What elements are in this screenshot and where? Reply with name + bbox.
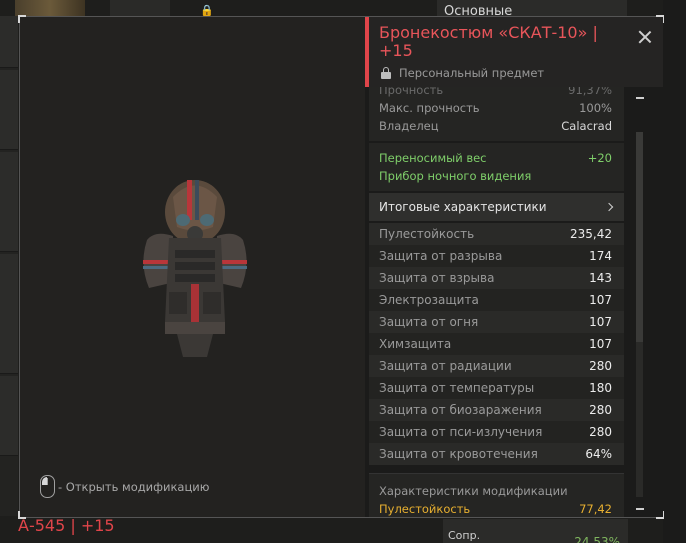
hint-text: - Открыть модификацию [58,479,210,494]
stat-value: 180 [589,381,612,395]
stat-value: 91,37% [568,87,612,97]
stat-label: Прибор ночного видения [379,169,532,183]
stat-row: Защита от радиации 280 [369,355,624,377]
background-lock-icon: 🔒 [200,4,214,17]
scrollbar-top-marker [636,97,644,99]
stat-row: Пулестойкость 235,42 [369,223,624,245]
stat-label: Прочность [379,87,444,97]
stat-label: Переносимый вес [379,151,487,165]
item-info-panel: Бронекостюм «СКАТ-10» | +15 Персональный… [365,17,663,517]
open-modification-hint: - Открыть модификацию [40,475,209,498]
inventory-cell[interactable] [0,70,18,150]
background-stat-row: Сопр. 24,53% [443,519,628,543]
stat-value: 174 [589,249,612,263]
scrollbar-bottom-marker [636,508,644,510]
stat-row-mod-bullet-resistance: Пулестойкость 77,42 [369,500,624,517]
summary-stats-list: Пулестойкость 235,42 Защита от разрыва 174… [369,223,624,465]
stat-row: Защита от взрыва 143 [369,267,624,289]
stats-scroll-area[interactable]: Прочность 91,37% Макс. прочность 100% Вл… [369,87,624,517]
background-item-thumbnail[interactable] [15,0,85,16]
stat-value: 143 [589,271,612,285]
stat-value: 280 [589,403,612,417]
stat-value: +20 [587,151,612,165]
stat-label: Химзащита [379,337,452,351]
stat-label: Защита от взрыва [379,271,495,285]
close-icon[interactable] [637,29,653,45]
stat-label: Защита от биозаражения [379,403,542,417]
stat-row-durability: Прочность 91,37% [369,87,624,99]
stat-label: Защита от температуры [379,381,535,395]
background-right-edge [663,0,686,543]
item-header: Бронекостюм «СКАТ-10» | +15 Персональный… [365,17,663,87]
mouse-icon [40,475,55,498]
stat-value: 235,42 [570,227,612,241]
stat-value: 280 [589,425,612,439]
stat-label: Владелец [379,119,439,133]
modification-stats-title: Характеристики модификации [379,484,568,498]
stat-label: Электрозащита [379,293,479,307]
chevron-right-icon [604,202,614,212]
inventory-cell[interactable] [0,152,18,252]
stat-value: 280 [589,359,612,373]
stat-value: 64% [585,447,612,461]
background-item-slot[interactable] [110,0,170,16]
stat-row: Защита от биозаражения 280 [369,399,624,421]
stat-row: Защита от пси-излучения 280 [369,421,624,443]
inventory-cell[interactable] [0,254,18,374]
stat-row: Защита от огня 107 [369,311,624,333]
stat-label: Пулестойкость [379,227,475,241]
inventory-cell[interactable] [0,376,18,456]
stat-row: Электрозащита 107 [369,289,624,311]
stat-value: 100% [579,101,612,115]
stat-value: 107 [589,293,612,307]
stat-row-owner: Владелец Calacrad [369,117,624,135]
stat-label: Защита от разрыва [379,249,503,263]
stat-label: Защита от пси-излучения [379,425,543,439]
stat-row: Химзащита 107 [369,333,624,355]
modification-stats-block: Характеристики модификации Пулестойкость… [369,473,624,517]
stat-label: Пулестойкость [379,502,471,516]
stat-label: Макс. прочность [379,101,480,115]
background-stat-value: 24,53% [574,535,620,543]
background-stat-label: Сопр. [448,529,481,542]
stat-row-night-vision: Прибор ночного видения [369,167,624,185]
background-left-inventory [0,16,18,516]
stat-row: Защита от температуры 180 [369,377,624,399]
owner-name: Calacrad [561,119,612,133]
stat-row: Защита от кровотечения 64% [369,443,624,465]
stat-value: 107 [589,337,612,351]
background-item-name[interactable]: А-545 | +15 [18,516,115,535]
item-details-modal: - Открыть модификацию Бронекостюм «СКАТ-… [18,15,664,519]
personal-item-badge: Персональный предмет [381,66,544,80]
inventory-cell[interactable] [0,16,18,68]
stat-row-max-durability: Макс. прочность 100% [369,99,624,117]
stat-label: Защита от огня [379,315,479,329]
stat-row-carry-weight: Переносимый вес +20 [369,149,624,167]
stats-scrollbar[interactable] [636,87,644,517]
stat-label: Защита от радиации [379,359,512,373]
scrollbar-track[interactable] [636,342,643,497]
stat-value: 107 [589,315,612,329]
summary-stats-label: Итоговые характеристики [379,200,547,214]
base-info-block: Прочность 91,37% Макс. прочность 100% Вл… [369,87,624,141]
summary-stats-header[interactable]: Итоговые характеристики [369,193,624,221]
personal-item-label: Персональный предмет [399,66,545,80]
lock-icon [381,67,391,79]
item-preview[interactable]: - Открыть модификацию [20,17,365,517]
stat-value: 77,42 [579,502,612,516]
item-title: Бронекостюм «СКАТ-10» | +15 [379,23,598,60]
armor-suit-image [143,180,247,357]
stat-label: Защита от кровотечения [379,447,538,461]
stat-row: Защита от разрыва 174 [369,245,624,267]
scrollbar-thumb[interactable] [636,132,643,342]
bonus-block: Переносимый вес +20 Прибор ночного виден… [369,143,624,191]
